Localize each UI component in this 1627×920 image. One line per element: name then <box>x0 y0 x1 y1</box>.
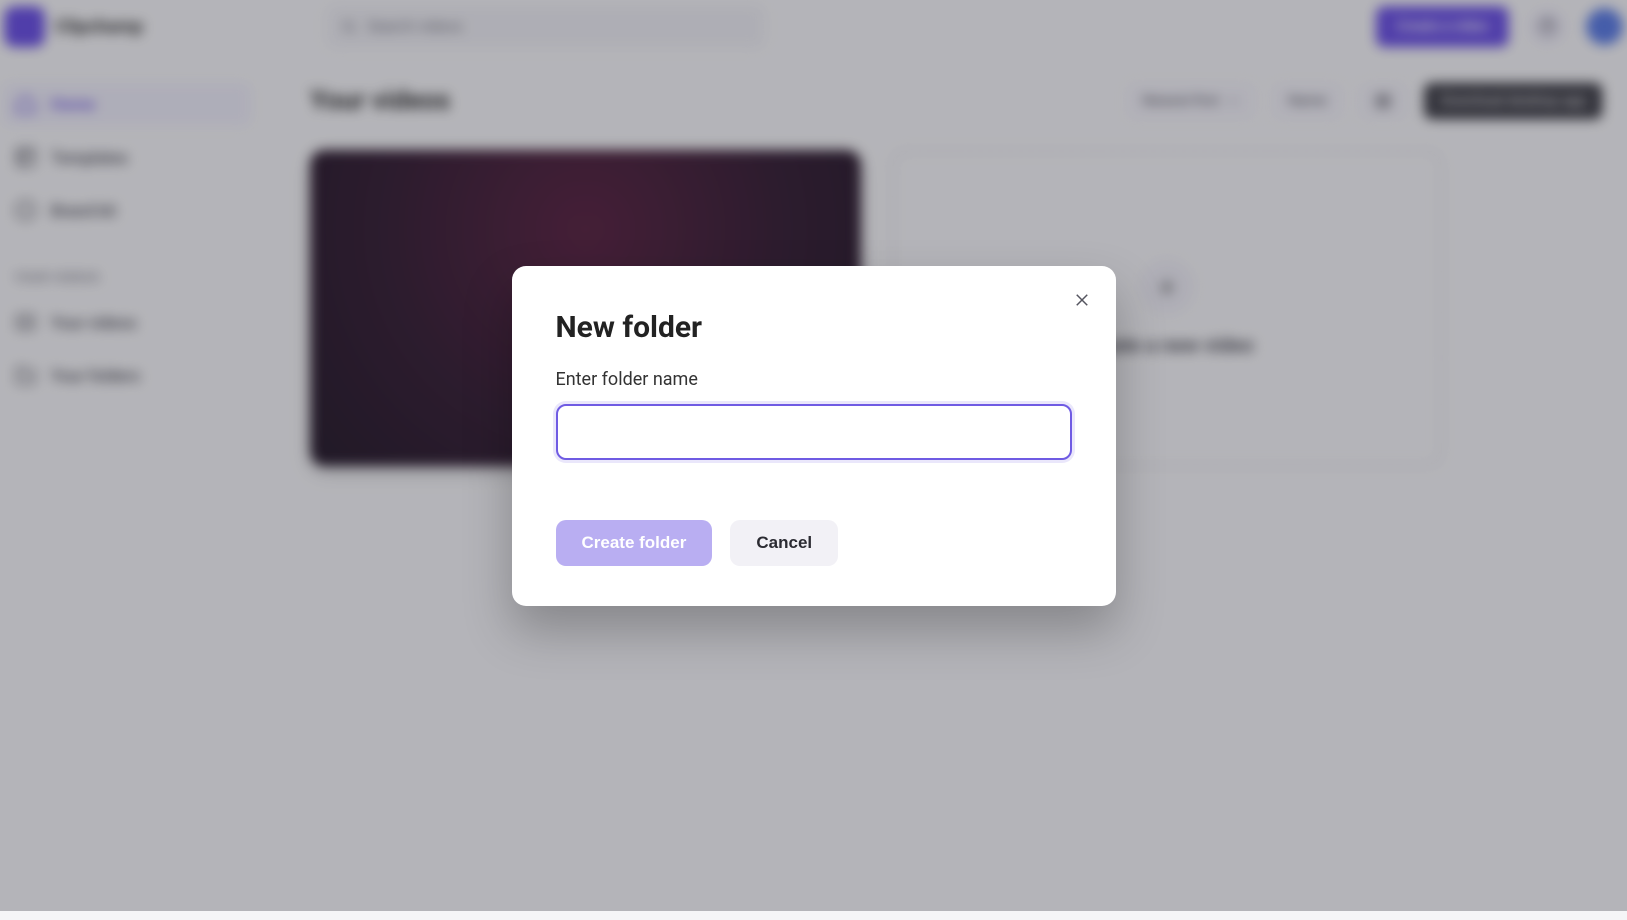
modal-title: New folder <box>556 310 1072 345</box>
modal-actions: Create folder Cancel <box>556 520 1072 566</box>
create-folder-label: Create folder <box>582 533 687 553</box>
cancel-label: Cancel <box>756 533 812 553</box>
folder-name-input[interactable] <box>556 404 1072 460</box>
new-folder-modal: New folder Enter folder name Create fold… <box>512 266 1116 606</box>
cancel-button[interactable]: Cancel <box>730 520 838 566</box>
modal-overlay[interactable]: New folder Enter folder name Create fold… <box>0 0 1627 911</box>
modal-field-label: Enter folder name <box>556 369 1072 390</box>
create-folder-button[interactable]: Create folder <box>556 520 713 566</box>
close-button[interactable] <box>1068 286 1096 314</box>
close-icon <box>1073 291 1091 309</box>
